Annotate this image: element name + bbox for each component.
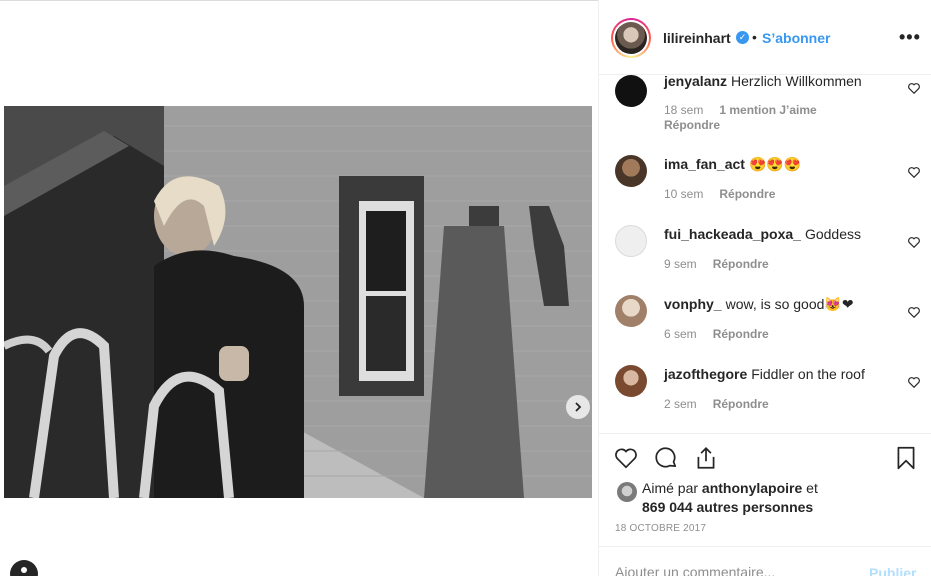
comments-list[interactable]: jenyalanz Herzlich Willkommen 18 sem 1 men… xyxy=(599,75,931,433)
photo-image xyxy=(4,106,592,498)
liked-prefix: Aimé par xyxy=(642,480,702,496)
comment-like-heart-icon[interactable] xyxy=(907,305,921,319)
reply-button[interactable]: Répondre xyxy=(719,187,775,201)
post-date[interactable]: 18 OCTOBRE 2017 xyxy=(615,523,706,534)
comment-like-heart-icon[interactable] xyxy=(907,81,921,95)
author-avatar[interactable] xyxy=(611,18,651,58)
comment-username[interactable]: vonphy_ xyxy=(664,296,722,312)
liked-count[interactable]: 869 044 autres personnes xyxy=(642,499,813,515)
liked-by-summary: Aimé par anthonylapoire et 869 044 autre… xyxy=(642,479,882,517)
comment-text: Herzlich Willkommen xyxy=(731,75,862,89)
comment-icon[interactable] xyxy=(653,445,679,471)
share-icon[interactable] xyxy=(693,445,719,471)
comment-text: Goddess xyxy=(804,226,862,242)
more-options-button[interactable]: ••• xyxy=(899,27,921,48)
add-comment-bar: Publier xyxy=(599,546,931,576)
add-comment-input[interactable] xyxy=(615,564,855,576)
reply-button[interactable]: Répondre xyxy=(713,397,769,411)
liked-middle: et xyxy=(802,480,818,496)
user-tag-icon[interactable] xyxy=(10,560,38,576)
post-header: lilireinhart ✓ • S’abonner ••• xyxy=(599,0,931,75)
comment-username[interactable]: jazofthegore xyxy=(664,366,747,382)
comment-time: 2 sem xyxy=(664,397,697,411)
author-username[interactable]: lilireinhart xyxy=(663,30,731,46)
next-image-button[interactable] xyxy=(566,395,590,419)
comment-avatar[interactable] xyxy=(615,365,647,397)
reply-button[interactable]: Répondre xyxy=(713,257,769,271)
media-pane xyxy=(0,0,598,576)
comment-text: wow, is so good😻❤ xyxy=(725,296,854,312)
comment-time: 6 sem xyxy=(664,327,697,341)
comment-avatar[interactable] xyxy=(615,225,647,257)
liked-first-user[interactable]: anthonylapoire xyxy=(702,480,802,496)
liked-by-avatar[interactable] xyxy=(617,482,637,502)
comment-time: 10 sem xyxy=(664,187,704,201)
comment-text: Fiddler on the roof xyxy=(751,366,865,382)
verified-badge-icon: ✓ xyxy=(736,31,749,44)
heart-icon[interactable] xyxy=(613,445,639,471)
comment-avatar[interactable] xyxy=(615,75,647,107)
comment-like-heart-icon[interactable] xyxy=(907,375,921,389)
chevron-right-icon xyxy=(575,402,582,412)
comment-username[interactable]: ima_fan_act xyxy=(664,156,745,172)
comment-like-heart-icon[interactable] xyxy=(907,165,921,179)
publish-button[interactable]: Publier xyxy=(869,565,916,576)
comment-avatar[interactable] xyxy=(615,295,647,327)
comment-username[interactable]: fui_hackeada_poxa_ xyxy=(664,226,801,242)
reply-button[interactable]: Répondre xyxy=(664,118,720,132)
follow-button[interactable]: S’abonner xyxy=(762,30,830,46)
comment-like-heart-icon[interactable] xyxy=(907,235,921,249)
header-separator: • xyxy=(752,29,757,45)
comment-time: 9 sem xyxy=(664,257,697,271)
comment-text: 😍😍😍 xyxy=(748,156,802,172)
comment-avatar[interactable] xyxy=(615,155,647,187)
comment-time: 18 sem xyxy=(664,103,704,117)
reply-button[interactable]: Répondre xyxy=(713,327,769,341)
post-photo[interactable] xyxy=(4,106,592,498)
comment-username[interactable]: jenyalanz xyxy=(664,75,727,89)
bookmark-icon[interactable] xyxy=(893,445,919,471)
comment-likes-count[interactable]: 1 mention J’aime xyxy=(719,103,816,117)
post-side-pane: lilireinhart ✓ • S’abonner ••• jenyalanz… xyxy=(598,0,931,576)
